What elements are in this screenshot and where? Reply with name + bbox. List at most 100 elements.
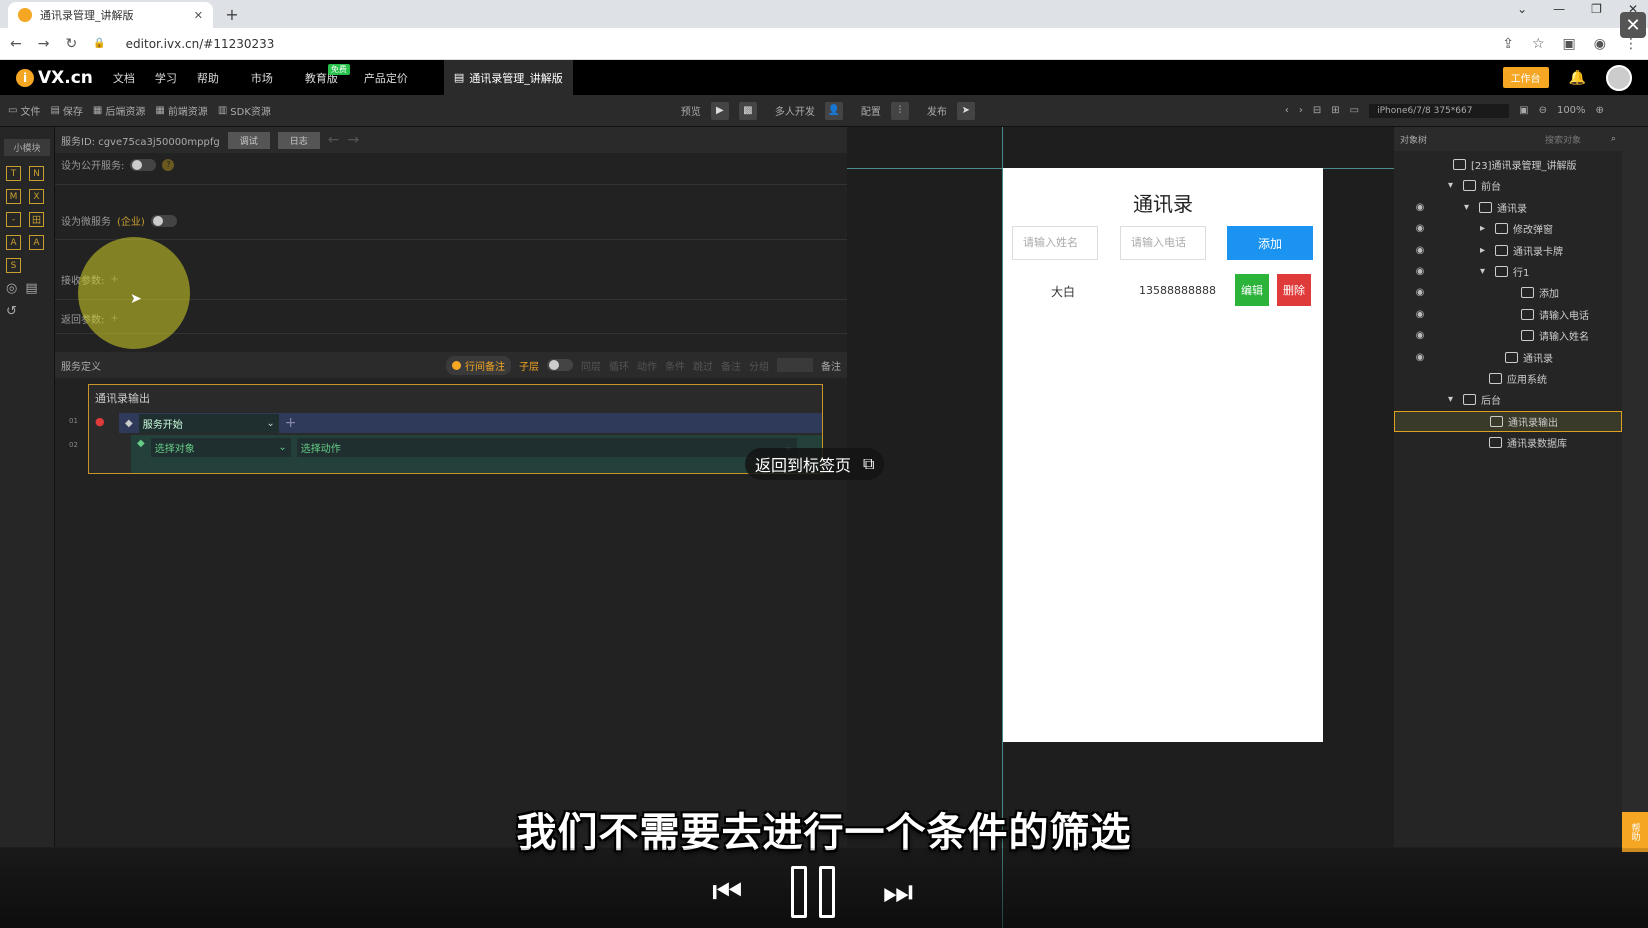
sidepanel-icon[interactable]: ▣ [1563, 36, 1576, 52]
visibility-eye-icon[interactable]: ◉ [1412, 352, 1428, 363]
close-tab-icon[interactable]: ✕ [194, 9, 203, 22]
object-select[interactable]: 选择对象 ⌄ [150, 438, 291, 457]
note-tab[interactable]: 备注 [721, 358, 741, 373]
expand-arrow-icon[interactable]: ▸ [1480, 223, 1490, 234]
remark-label[interactable]: 备注 [821, 358, 841, 373]
add-action-icon[interactable]: + [285, 415, 297, 431]
next-arrow-icon[interactable]: › [1299, 105, 1303, 116]
skip-tab[interactable]: 跳过 [693, 358, 713, 373]
start-select[interactable]: 服务开始 ⌄ [138, 413, 279, 433]
skip-previous-icon[interactable]: ⏮ [712, 872, 743, 912]
zoom-in-icon[interactable]: ⊕ [1596, 105, 1604, 116]
expand-arrow-icon[interactable]: ▸ [1480, 245, 1490, 256]
object-icon[interactable]: A [6, 235, 21, 250]
send-icon[interactable]: ➤ [956, 101, 975, 120]
public-service-toggle[interactable] [130, 158, 157, 171]
tree-node[interactable]: 通讯录输出 [1394, 410, 1622, 432]
tree-node[interactable]: ◉ ▾ 行1 [1394, 261, 1622, 282]
condition-tab[interactable]: 条件 [665, 358, 685, 373]
service-icon[interactable]: ◎ [6, 281, 17, 296]
loop-tab[interactable]: 循环 [609, 358, 629, 373]
skip-next-icon[interactable]: ⏭ [883, 872, 914, 912]
db-icon[interactable]: ▤ [25, 281, 37, 296]
tree-node[interactable]: 通讯录数据库 [1394, 432, 1622, 453]
avatar[interactable] [1606, 64, 1632, 91]
sliders-icon[interactable]: ⫶ [890, 101, 909, 120]
undo-icon[interactable]: ← [328, 132, 340, 148]
line-note-toggle[interactable]: 行间备注 [446, 355, 511, 375]
action-tab[interactable]: 动作 [637, 358, 657, 373]
collapse-button[interactable] [777, 358, 813, 372]
url-input[interactable]: editor.ivx.cn/#11230233 [126, 37, 275, 51]
reload-icon[interactable]: ↻ [65, 36, 77, 52]
bookmark-star-icon[interactable]: ☆ [1532, 36, 1545, 52]
nav-education[interactable]: 教育版 免费 [305, 63, 350, 86]
overlay-close-icon[interactable]: ✕ [1620, 12, 1646, 38]
user-icon[interactable]: 👤 [824, 101, 843, 120]
tree-node[interactable]: ◉ 添加 [1394, 282, 1622, 303]
debug-button[interactable]: 调试 [227, 131, 270, 149]
object-search-input[interactable]: 搜索对象 [1545, 133, 1581, 146]
tree-node[interactable]: ◉ 请输入姓名 [1394, 325, 1622, 346]
prev-arrow-icon[interactable]: ‹ [1285, 105, 1289, 116]
number-icon[interactable]: N [29, 166, 44, 181]
array-icon[interactable]: - [6, 212, 21, 227]
text-icon[interactable]: T [6, 166, 21, 181]
visibility-eye-icon[interactable]: ◉ [1412, 245, 1428, 256]
edit-button[interactable]: 编辑 [1235, 274, 1269, 306]
play-icon[interactable]: ▶ [710, 101, 729, 120]
same-layer-label[interactable]: 同层 [581, 358, 601, 373]
align-center-icon[interactable]: ⊞ [1331, 105, 1339, 116]
file-menu[interactable]: ▭ 文件 [8, 103, 40, 118]
forward-icon[interactable]: → [38, 36, 50, 52]
ivx-logo[interactable]: i VX.cn [16, 68, 93, 88]
search-icon[interactable]: ⌕ [1611, 134, 1616, 144]
expand-arrow-icon[interactable]: ▾ [1448, 180, 1458, 191]
frontend-resources[interactable]: ▦ 前端资源 [155, 103, 207, 118]
expand-arrow-icon[interactable]: ▾ [1480, 266, 1490, 277]
redo-icon[interactable]: → [348, 132, 360, 148]
tree-node[interactable]: ◉ ▸ 修改弹窗 [1394, 218, 1622, 239]
flow-row-start[interactable]: ◆ 服务开始 ⌄ + [119, 413, 822, 433]
add-button[interactable]: 添加 [1227, 226, 1313, 260]
visibility-eye-icon[interactable]: ◉ [1412, 330, 1428, 341]
sdk-resources[interactable]: ▥ SDK资源 [218, 103, 271, 118]
device-select[interactable]: iPhone6/7/8 375*667 [1369, 103, 1510, 118]
log-button[interactable]: 日志 [277, 131, 320, 149]
tree-node[interactable]: ◉ 通讯录 [1394, 347, 1622, 368]
zoom-out-icon[interactable]: ⊖ [1539, 105, 1547, 116]
visibility-eye-icon[interactable]: ◉ [1412, 202, 1428, 213]
tree-node[interactable]: ◉ ▸ 通讯录卡牌 [1394, 240, 1622, 261]
back-icon[interactable]: ← [10, 36, 22, 52]
bell-icon[interactable]: 🔔 [1569, 70, 1586, 86]
nav-learn[interactable]: 学习 [155, 70, 177, 86]
nav-help[interactable]: 帮助 [197, 70, 219, 86]
workbench-button[interactable]: 工作台 [1502, 67, 1549, 88]
nav-docs[interactable]: 文档 [113, 70, 135, 86]
name-input[interactable]: 请输入姓名 [1012, 226, 1098, 260]
restore-icon[interactable]: ❐ [1591, 2, 1602, 16]
profile-icon[interactable]: ◉ [1594, 36, 1606, 52]
tree-node[interactable]: [23]通讯录管理_讲解版 [1394, 154, 1622, 175]
action-select[interactable]: 选择动作 ⌄ [296, 438, 797, 457]
align-left-icon[interactable]: ⊟ [1313, 105, 1321, 116]
micro-service-toggle[interactable] [150, 214, 177, 227]
delete-button[interactable]: 删除 [1277, 274, 1311, 306]
tree-node[interactable]: ▾ 前台 [1394, 175, 1622, 196]
variable-icon[interactable]: X [29, 189, 44, 204]
project-tab[interactable]: ▤ 通讯录管理_讲解版 [443, 60, 573, 95]
tree-node[interactable]: ◉ ▾ 通讯录 [1394, 197, 1622, 218]
visibility-eye-icon[interactable]: ◉ [1412, 309, 1428, 320]
attr-icon[interactable]: A [29, 235, 44, 250]
sublayer-label[interactable]: 子层 [519, 358, 539, 373]
expand-arrow-icon[interactable]: ▾ [1464, 202, 1474, 213]
visibility-eye-icon[interactable]: ◉ [1412, 287, 1428, 298]
nav-market[interactable]: 市场 [251, 70, 273, 86]
minimize-icon[interactable]: — [1553, 2, 1565, 16]
string-icon[interactable]: S [6, 258, 21, 273]
screen-icon[interactable]: ▣ [1519, 105, 1528, 116]
phone-input[interactable]: 请输入电话 [1120, 226, 1206, 260]
tab-search-icon[interactable]: ⌄ [1517, 2, 1527, 16]
desktop-icon[interactable]: ▭ [1350, 105, 1359, 116]
new-tab-icon[interactable]: + [222, 4, 242, 24]
